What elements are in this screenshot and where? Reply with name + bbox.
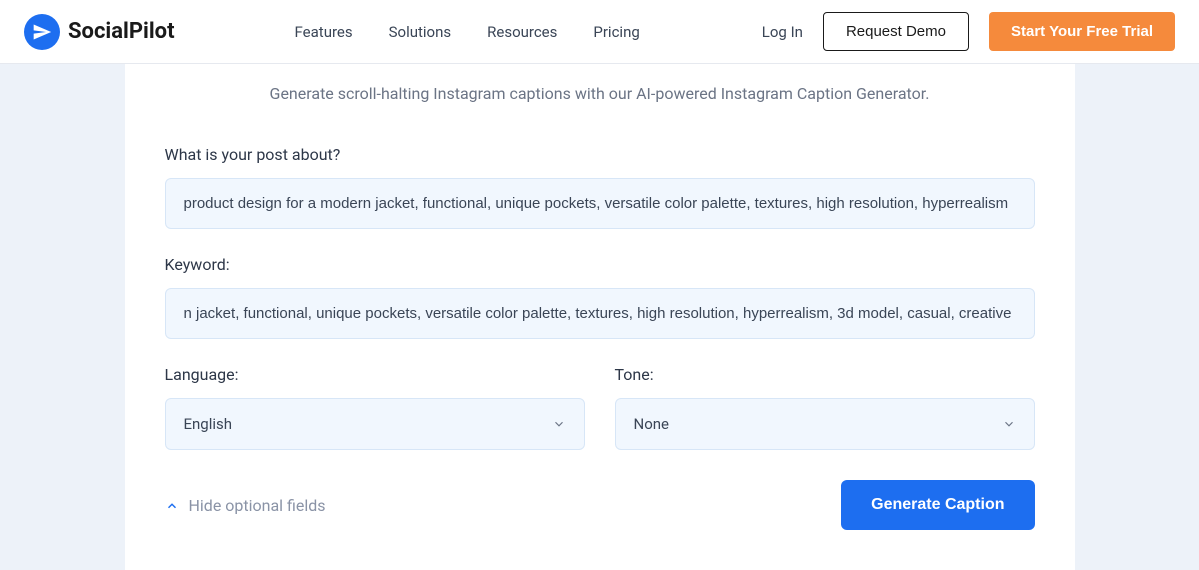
generate-caption-button[interactable]: Generate Caption bbox=[841, 480, 1034, 530]
hide-optional-label: Hide optional fields bbox=[189, 496, 326, 515]
generator-card: Generate scroll-halting Instagram captio… bbox=[125, 64, 1075, 570]
tone-value: None bbox=[634, 415, 670, 433]
login-link[interactable]: Log In bbox=[762, 23, 803, 41]
hide-optional-fields-toggle[interactable]: Hide optional fields bbox=[165, 496, 326, 515]
paper-plane-icon bbox=[24, 14, 60, 50]
brand-name: SocialPilot bbox=[68, 19, 175, 44]
request-demo-button[interactable]: Request Demo bbox=[823, 12, 969, 51]
topbar-right: Log In Request Demo Start Your Free Tria… bbox=[762, 12, 1175, 51]
chevron-down-icon bbox=[1002, 417, 1016, 431]
tone-label: Tone: bbox=[615, 365, 1035, 384]
keyword-input[interactable] bbox=[165, 288, 1035, 339]
nav-solutions[interactable]: Solutions bbox=[389, 23, 452, 41]
about-input[interactable] bbox=[165, 178, 1035, 229]
nav-resources[interactable]: Resources bbox=[487, 23, 557, 41]
nav-features[interactable]: Features bbox=[295, 23, 353, 41]
main-nav: Features Solutions Resources Pricing bbox=[295, 23, 640, 41]
language-select[interactable]: English bbox=[165, 398, 585, 450]
page-wrap: Generate scroll-halting Instagram captio… bbox=[0, 64, 1199, 570]
keyword-label: Keyword: bbox=[165, 255, 1035, 274]
language-label: Language: bbox=[165, 365, 585, 384]
chevron-up-icon bbox=[165, 498, 179, 512]
nav-pricing[interactable]: Pricing bbox=[593, 23, 639, 41]
language-value: English bbox=[184, 415, 233, 433]
chevron-down-icon bbox=[552, 417, 566, 431]
about-label: What is your post about? bbox=[165, 145, 1035, 164]
tone-select[interactable]: None bbox=[615, 398, 1035, 450]
topbar: SocialPilot Features Solutions Resources… bbox=[0, 0, 1199, 64]
start-trial-button[interactable]: Start Your Free Trial bbox=[989, 12, 1175, 51]
brand[interactable]: SocialPilot bbox=[24, 14, 175, 50]
subtitle: Generate scroll-halting Instagram captio… bbox=[165, 84, 1035, 103]
